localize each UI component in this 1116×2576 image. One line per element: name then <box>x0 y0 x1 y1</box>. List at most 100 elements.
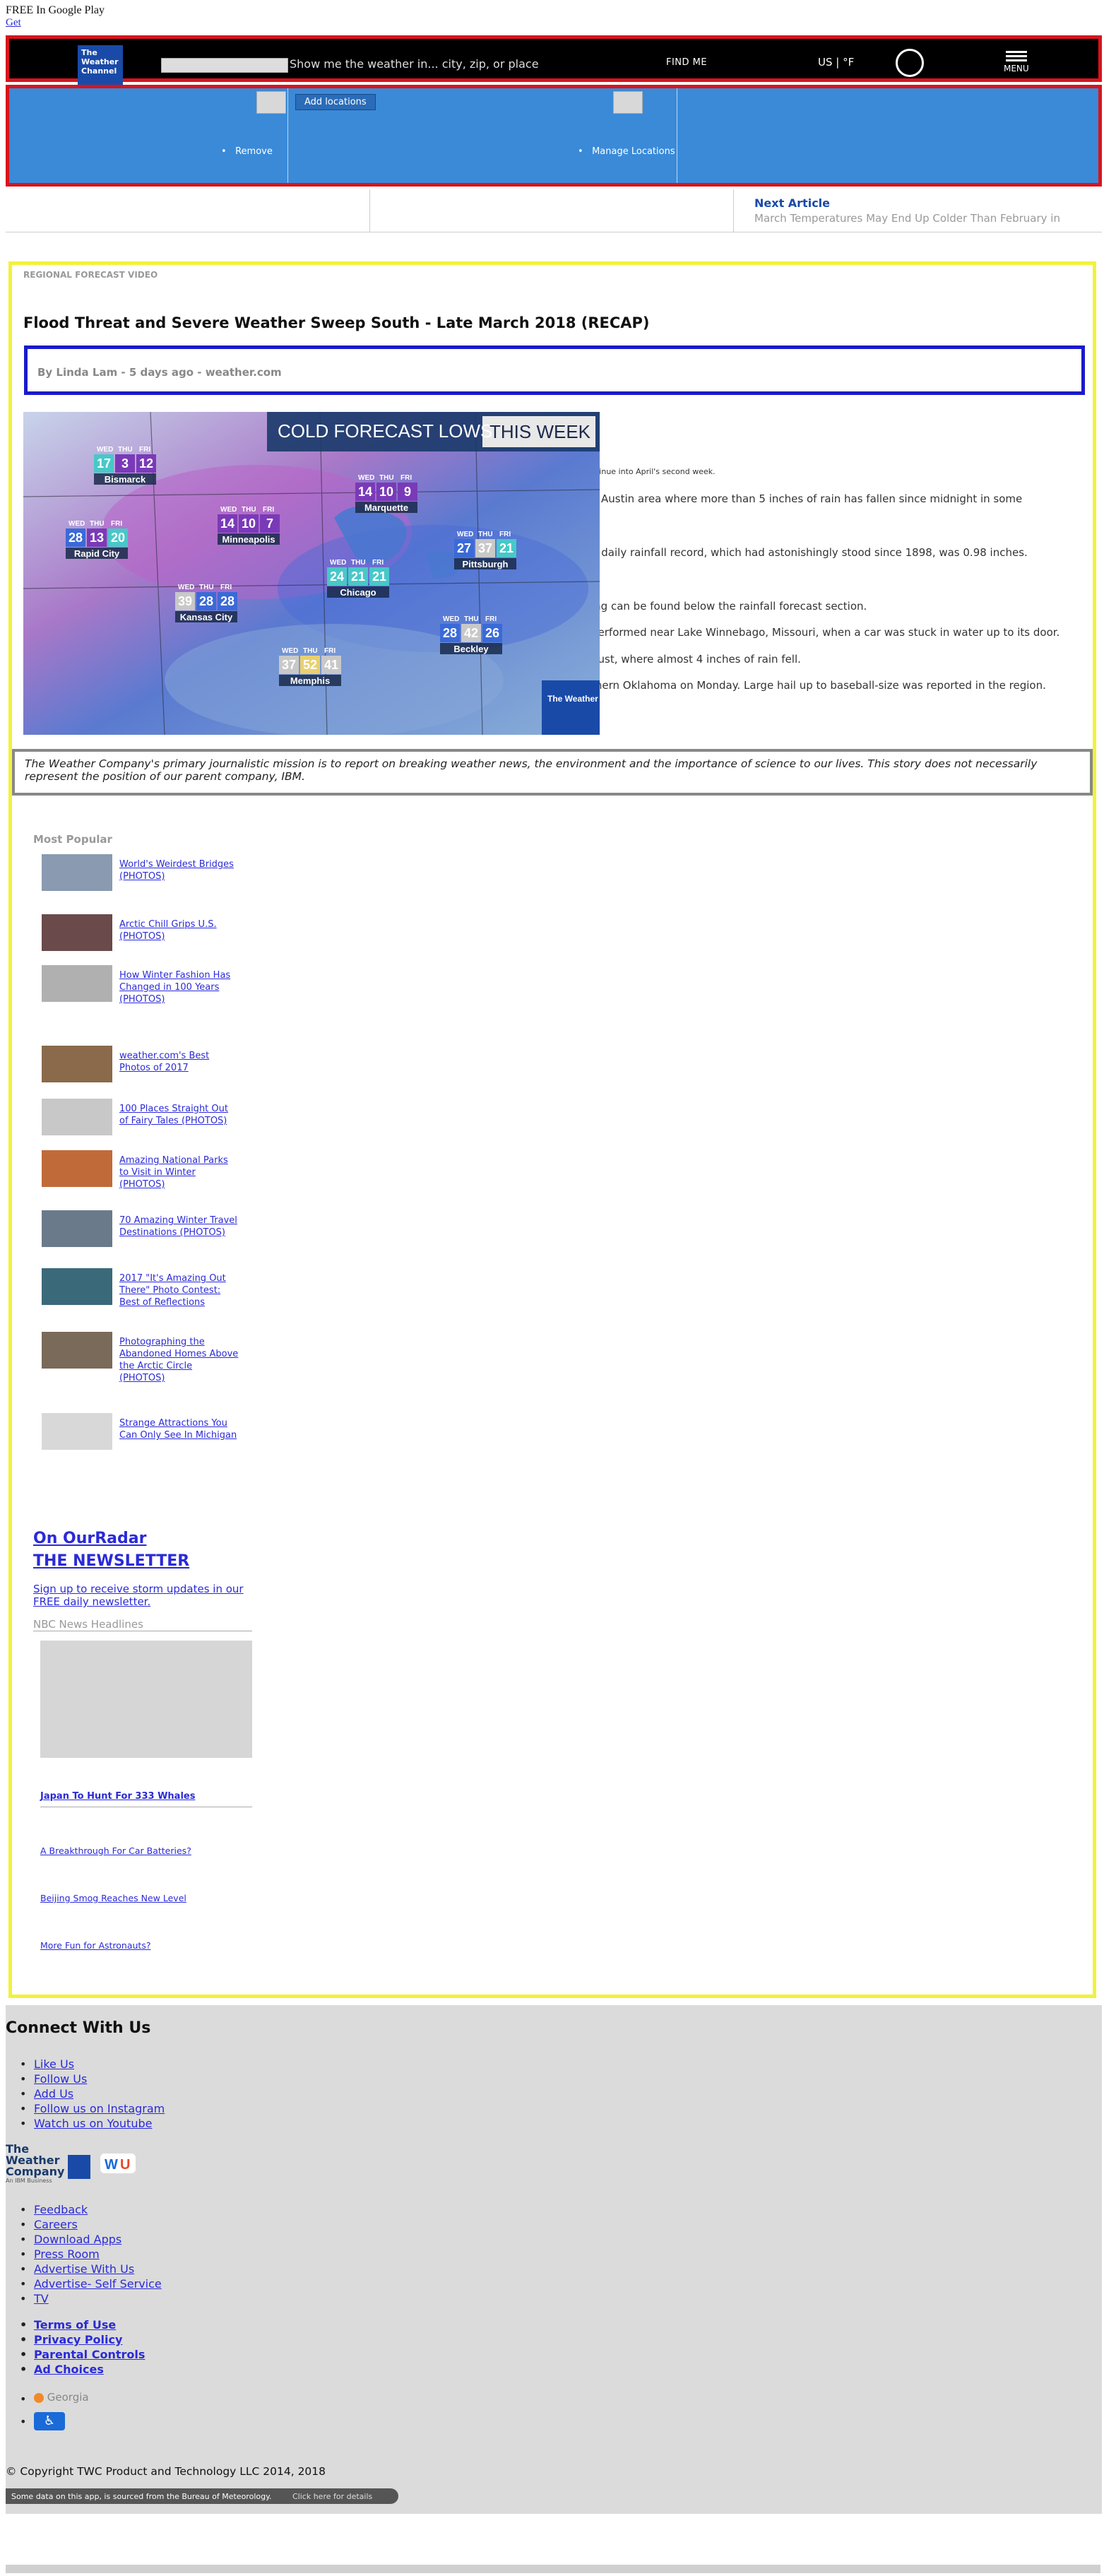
map-temp-value: 52 <box>303 658 317 672</box>
peach-icon <box>34 2392 44 2403</box>
nbc-headline-link[interactable]: More Fun for Astronauts? <box>40 1940 150 1951</box>
map-city-marquette: WED THU FRI 14 10 9 Marquette <box>355 474 417 513</box>
social-youtube-link[interactable]: Watch us on Youtube <box>20 2117 153 2130</box>
newsletter-title[interactable]: On OurRadar <box>33 1530 146 1547</box>
most-popular-link[interactable]: Arctic Chill Grips U.S. (PHOTOS) <box>119 918 239 943</box>
scroll-right-button[interactable] <box>613 91 643 114</box>
privacy-link[interactable]: Privacy Policy <box>20 2333 122 2346</box>
get-app-link[interactable]: Get <box>6 17 105 29</box>
parental-controls-link[interactable]: Parental Controls <box>20 2348 145 2361</box>
forecast-map-graphic: COLD FORECAST LOWS THIS WEEK The Weather… <box>23 412 600 735</box>
find-me-button[interactable]: FIND ME <box>666 57 707 68</box>
divider <box>287 88 288 183</box>
search-placeholder[interactable]: Show me the weather in... city, zip, or … <box>290 57 539 71</box>
most-popular-link[interactable]: Photographing the Abandoned Homes Above … <box>119 1336 239 1384</box>
advertise-link[interactable]: Advertise With Us <box>20 2262 134 2276</box>
most-popular-thumbnail[interactable] <box>42 1268 112 1305</box>
connect-heading: Connect With Us <box>6 2019 151 2037</box>
profile-icon[interactable] <box>896 49 924 77</box>
manage-locations-link[interactable]: • Manage Locations <box>578 146 675 157</box>
map-day-label: THU <box>90 520 105 528</box>
most-popular-link[interactable]: Strange Attractions You Can Only See In … <box>119 1417 239 1441</box>
map-temp-value: 28 <box>443 626 457 640</box>
copyright-text: © Copyright TWC Product and Technology L… <box>6 2465 326 2478</box>
next-article-label[interactable]: Next Article <box>754 196 830 210</box>
careers-link[interactable]: Careers <box>20 2218 78 2231</box>
menu-button[interactable]: MENU <box>1004 49 1029 73</box>
map-temp-value: 27 <box>457 541 471 555</box>
download-apps-link[interactable]: Download Apps <box>20 2233 121 2246</box>
most-popular-thumbnail[interactable] <box>42 1413 112 1450</box>
newsletter-subtitle[interactable]: THE NEWSLETTER <box>33 1552 189 1570</box>
social-instagram-link[interactable]: Follow us on Instagram <box>20 2102 165 2115</box>
most-popular-thumbnail[interactable] <box>42 1099 112 1135</box>
units-toggle[interactable]: US | °F <box>818 56 854 69</box>
twc-logo[interactable]: The Weather Channel <box>78 45 123 85</box>
press-room-link[interactable]: Press Room <box>20 2247 100 2261</box>
georgia-logo[interactable]: Georgia <box>34 2391 89 2404</box>
nbc-headline-link[interactable]: Beijing Smog Reaches New Level <box>40 1893 186 1903</box>
ad-choices-link[interactable]: Ad Choices <box>20 2363 104 2376</box>
map-temp-value: 28 <box>69 531 83 545</box>
map-day-label: WED <box>220 506 237 514</box>
social-like-link[interactable]: Like Us <box>20 2057 74 2071</box>
accessibility-icon[interactable]: ♿ <box>34 2412 65 2430</box>
most-popular-thumbnail[interactable] <box>42 965 112 1002</box>
scroll-left-button[interactable] <box>256 91 286 114</box>
map-day-label: THU <box>379 474 394 482</box>
forecast-map-video[interactable]: COLD FORECAST LOWS THIS WEEK The Weather… <box>23 412 600 735</box>
most-popular-link[interactable]: 2017 "It's Amazing Out There" Photo Cont… <box>119 1272 239 1308</box>
twc-small-logo[interactable] <box>68 2155 90 2179</box>
social-follow-link[interactable]: Follow Us <box>20 2072 87 2086</box>
nbc-headline-link[interactable]: A Breakthrough For Car Batteries? <box>40 1845 191 1856</box>
map-city-rapid-city: WED THU FRI 28 13 20 Rapid City <box>66 520 128 559</box>
nbc-headline-link[interactable]: Japan To Hunt For 333 Whales <box>40 1791 195 1802</box>
svg-text:W: W <box>105 2157 118 2173</box>
most-popular-link[interactable]: 100 Places Straight Out of Fairy Tales (… <box>119 1103 239 1127</box>
most-popular-link[interactable]: How Winter Fashion Has Changed in 100 Ye… <box>119 969 239 1005</box>
search-input[interactable] <box>161 58 288 73</box>
remove-link[interactable]: • Remove <box>221 146 273 157</box>
newsletter-signup-link[interactable]: Sign up to receive storm updates in our … <box>33 1583 259 1608</box>
map-city-name: Bismarck <box>105 474 146 485</box>
meteo-details-link[interactable]: Click here for details <box>292 2492 372 2501</box>
social-add-link[interactable]: Add Us <box>20 2087 73 2101</box>
most-popular-link[interactable]: 70 Amazing Winter Travel Destinations (P… <box>119 1215 239 1239</box>
map-city-name: Kansas City <box>180 612 233 622</box>
map-day-label: FRI <box>111 520 122 528</box>
most-popular-thumbnail[interactable] <box>42 1046 112 1082</box>
map-day-label: FRI <box>324 647 336 655</box>
map-day-label: WED <box>178 584 194 591</box>
map-day-label: FRI <box>139 446 150 454</box>
map-day-label: WED <box>97 446 113 454</box>
tv-link[interactable]: TV <box>20 2292 48 2305</box>
most-popular-thumbnail[interactable] <box>42 854 112 891</box>
svg-text:U: U <box>120 2157 130 2173</box>
most-popular-link[interactable]: weather.com's Best Photos of 2017 <box>119 1050 239 1074</box>
feedback-link[interactable]: Feedback <box>20 2203 88 2216</box>
horizontal-scrollbar[interactable] <box>6 2565 1100 2573</box>
most-popular-title: Most Popular <box>33 833 112 846</box>
map-title: COLD FORECAST LOWS <box>278 420 492 442</box>
most-popular-thumbnail[interactable] <box>42 1210 112 1247</box>
most-popular-thumbnail[interactable] <box>42 1150 112 1187</box>
nbc-video-player[interactable] <box>40 1641 252 1758</box>
most-popular-thumbnail[interactable] <box>42 914 112 951</box>
meteorology-notice[interactable]: Some data on this app, is sourced from t… <box>6 2488 398 2504</box>
weather-company-logo[interactable]: The Weather Company An IBM Business <box>6 2144 64 2185</box>
map-day-label: WED <box>282 647 298 655</box>
map-day-label: THU <box>464 615 479 623</box>
map-temp-value: 39 <box>178 594 192 608</box>
advertise-self-service-link[interactable]: Advertise- Self Service <box>20 2277 162 2291</box>
next-article-title[interactable]: March Temperatures May End Up Colder Tha… <box>754 212 1060 225</box>
add-locations-button[interactable]: Add locations <box>295 94 376 110</box>
map-temp-value: 12 <box>139 456 153 471</box>
map-temp-value: 37 <box>282 658 296 672</box>
most-popular-thumbnail[interactable] <box>42 1332 112 1369</box>
most-popular-link[interactable]: Amazing National Parks to Visit in Winte… <box>119 1154 239 1190</box>
body-line: d daily rainfall record, which had aston… <box>591 546 1028 559</box>
most-popular-link[interactable]: World's Weirdest Bridges (PHOTOS) <box>119 858 239 882</box>
body-line: ntinue into April's second week. <box>591 467 716 476</box>
wunderground-logo[interactable]: WU <box>99 2151 137 2178</box>
terms-link[interactable]: Terms of Use <box>20 2318 116 2332</box>
